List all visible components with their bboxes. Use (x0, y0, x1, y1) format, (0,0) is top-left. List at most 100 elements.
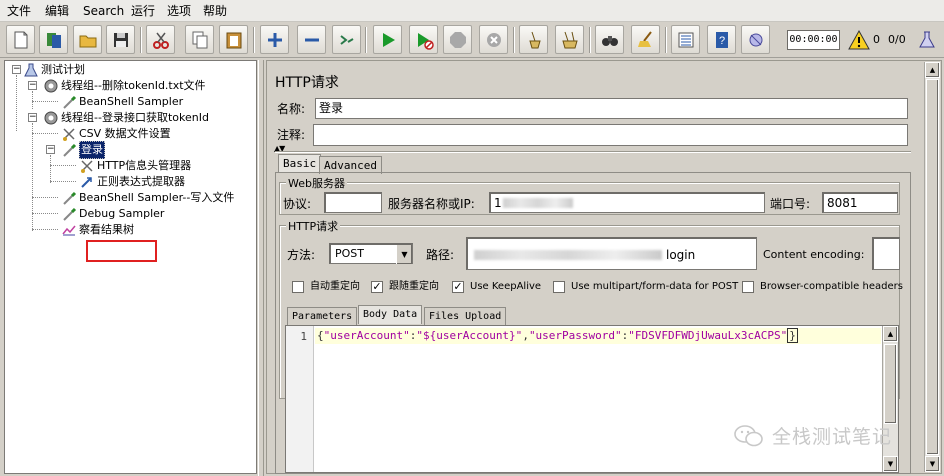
method-select[interactable]: POST ▼ (329, 243, 413, 264)
path-field[interactable]: login (466, 237, 757, 270)
tree-item-sampler[interactable]: BeanShell Sampler (61, 94, 183, 110)
tree-expander[interactable]: − (12, 65, 21, 74)
log-viewer-icon[interactable] (916, 29, 938, 51)
code-token: "userPassword" (528, 329, 622, 342)
tree-line (32, 123, 33, 231)
watermark: 全栈测试笔记 (734, 422, 892, 449)
tree-item-listener[interactable]: 察看结果树 (61, 222, 134, 238)
function-helper-button[interactable] (671, 25, 700, 54)
tree-line (32, 197, 58, 198)
start-button[interactable] (373, 25, 402, 54)
tree-line (32, 91, 33, 109)
stop-button[interactable] (443, 25, 472, 54)
menu-search[interactable]: Search (83, 4, 124, 18)
protocol-field[interactable] (324, 192, 382, 213)
shutdown-button[interactable] (479, 25, 508, 54)
tab-parameters[interactable]: Parameters (287, 307, 358, 325)
panel-scrollbar[interactable]: ▲ ▼ (924, 62, 940, 472)
port-field[interactable]: 8081 (822, 192, 898, 213)
code-line[interactable]: {"userAccount":"${userAccount}","userPas… (315, 328, 881, 344)
comment-field[interactable] (313, 124, 908, 146)
http-request-title: HTTP请求 (286, 218, 341, 234)
start-icon (382, 32, 395, 47)
tab-body-data[interactable]: Body Data (358, 305, 423, 324)
menu-run[interactable]: 运行 (131, 4, 155, 18)
open-button[interactable] (73, 25, 102, 54)
scroll-down-icon[interactable]: ▼ (925, 456, 940, 472)
svg-text:?: ? (718, 35, 724, 47)
test-plan-icon (23, 62, 39, 78)
tree-item-thread-group[interactable]: 线程组--登录接口获取tokenId (43, 110, 209, 126)
reset-search-icon (637, 30, 652, 47)
tab-files-upload[interactable]: Files Upload (424, 307, 507, 325)
browser-compatible-checkbox[interactable]: Browser-compatible headers (742, 280, 903, 293)
cut-button[interactable] (146, 25, 175, 54)
cut-icon (152, 32, 169, 49)
keepalive-checkbox[interactable]: ✓ Use KeepAlive (452, 280, 541, 293)
encoding-field[interactable] (872, 237, 900, 270)
menu-file[interactable]: 文件 (7, 4, 31, 18)
menu-help[interactable]: 帮助 (203, 4, 227, 18)
tree-item-test-plan[interactable]: 测试计划 (23, 62, 85, 78)
scroll-down-icon[interactable]: ▼ (883, 456, 898, 472)
tree-item-config[interactable]: HTTP信息头管理器 (79, 158, 191, 174)
clear-button[interactable] (519, 25, 548, 54)
tree-item-label: 测试计划 (41, 63, 85, 76)
path-value: login (666, 248, 696, 262)
gear-icon (43, 78, 59, 94)
scroll-up-icon[interactable]: ▲ (925, 62, 940, 78)
pipette-icon (61, 94, 77, 110)
scroll-thumb[interactable] (884, 344, 897, 424)
body-data-editor[interactable]: 1 {"userAccount":"${userAccount}","userP… (285, 325, 899, 473)
tree-expander[interactable]: − (28, 81, 37, 90)
copy-icon (192, 31, 207, 48)
tree-item-sampler[interactable]: BeanShell Sampler--写入文件 (61, 190, 234, 206)
reset-search-button[interactable] (631, 25, 660, 54)
tree-item-extractor[interactable]: 正则表达式提取器 (79, 174, 185, 190)
tree-item-thread-group[interactable]: 线程组--删除tokenId.txt文件 (43, 78, 206, 94)
collapse-all-button[interactable] (297, 25, 326, 54)
name-field[interactable]: 登录 (315, 98, 908, 119)
expand-all-button[interactable] (260, 25, 289, 54)
menu-edit[interactable]: 编辑 (45, 4, 69, 18)
tree-item-config[interactable]: CSV 数据文件设置 (61, 126, 171, 142)
new-button[interactable] (6, 25, 35, 54)
tree-item-sampler[interactable]: Debug Sampler (61, 206, 164, 222)
highlight-box (86, 240, 157, 262)
warning-icon[interactable] (848, 29, 870, 51)
save-button[interactable] (106, 25, 135, 54)
follow-redirect-checkbox[interactable]: ✓ 跟随重定向 (371, 280, 439, 293)
tree-expander[interactable]: − (46, 145, 55, 154)
comment-label: 注释: (277, 128, 306, 142)
tree-item-sampler-selected[interactable]: 登录 (61, 141, 105, 159)
pipette-icon (61, 206, 77, 222)
checkbox-label: 自动重定向 (310, 281, 360, 292)
server-value: 1 (494, 196, 502, 210)
paste-button[interactable] (219, 25, 248, 54)
tree-line (50, 181, 76, 182)
search-button[interactable] (595, 25, 624, 54)
tree-expander[interactable]: − (28, 113, 37, 122)
server-field[interactable]: 1 (489, 192, 765, 213)
multipart-checkbox[interactable]: Use multipart/form-data for POST (553, 280, 738, 293)
templates-button[interactable] (39, 25, 68, 54)
scroll-up-icon[interactable]: ▲ (883, 326, 898, 342)
auto-redirect-checkbox[interactable]: 自动重定向 (292, 280, 360, 293)
remote-button[interactable] (741, 25, 770, 54)
tree-line (50, 165, 76, 166)
tab-basic[interactable]: Basic (278, 154, 322, 173)
tree-item-label: BeanShell Sampler--写入文件 (79, 191, 235, 204)
toggle-button[interactable] (332, 25, 361, 54)
tree-item-label: Debug Sampler (79, 207, 165, 220)
menu-options[interactable]: 选项 (167, 4, 191, 18)
panel-splitter[interactable] (258, 60, 264, 476)
checkbox-box (742, 280, 754, 293)
clear-all-button[interactable] (555, 25, 584, 54)
scroll-thumb[interactable] (926, 79, 939, 455)
editor-scrollbar[interactable]: ▲ ▼ (882, 326, 898, 472)
active-threads: 0/0 (888, 33, 906, 46)
copy-button[interactable] (185, 25, 214, 54)
start-no-timers-button[interactable] (409, 25, 438, 54)
clear-icon (528, 31, 541, 48)
help-button[interactable]: ? (707, 25, 736, 54)
